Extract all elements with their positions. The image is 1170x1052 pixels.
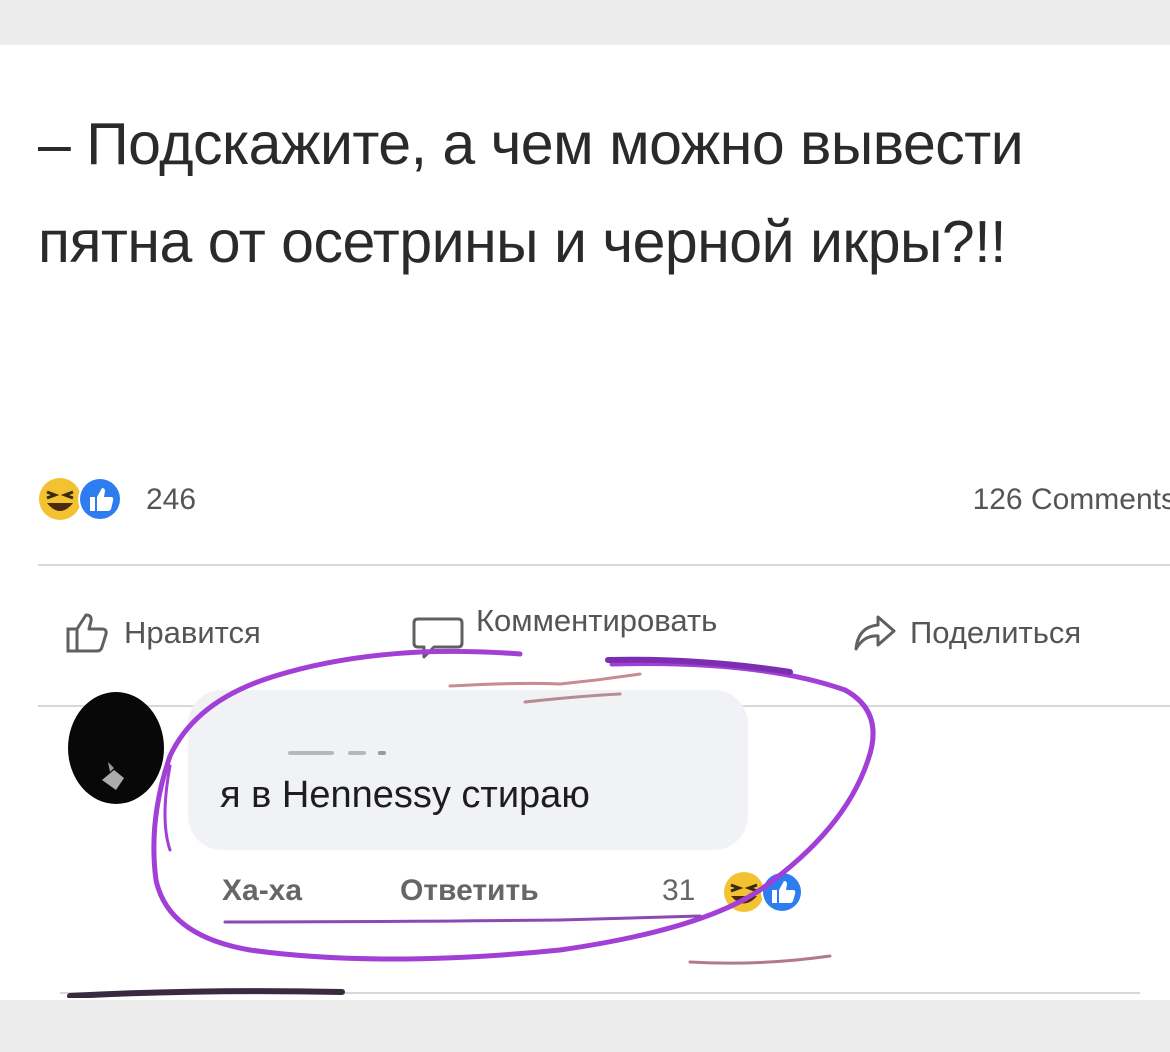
reply-link[interactable]: Ответить: [400, 874, 539, 908]
comment-bubble-icon: [412, 617, 464, 659]
like-icon: [78, 477, 122, 521]
haha-emoji-icon: [724, 872, 764, 912]
share-arrow-icon: [854, 615, 896, 651]
comment-actions: Ха-ха Ответить 31: [222, 868, 842, 918]
post-text: – Подскажите, а чем можно вывести пятна …: [38, 111, 1024, 275]
share-button[interactable]: Поделиться: [852, 611, 1081, 655]
comment-reaction-icons[interactable]: [722, 868, 822, 916]
avatar[interactable]: [68, 692, 164, 804]
commenter-name-redacted: [288, 751, 386, 755]
like-label: Нравится: [124, 615, 261, 650]
bottom-divider: [60, 988, 1140, 998]
haha-emoji-icon: [39, 478, 81, 520]
comment-label: Комментировать: [476, 603, 718, 638]
avatar-image: [102, 762, 124, 790]
thumbs-up-icon: [66, 613, 108, 653]
reaction-count: 246: [146, 483, 197, 516]
share-label: Поделиться: [910, 615, 1082, 650]
comment-reaction-count: 31: [662, 874, 696, 907]
like-button[interactable]: Нравится: [64, 611, 261, 655]
post-card: – Подскажите, а чем можно вывести пятна …: [0, 45, 1170, 1000]
comment-bubble[interactable]: я в Hennessy стираю: [188, 690, 748, 850]
comment-button[interactable]: Комментировать: [412, 589, 717, 663]
reaction-icons[interactable]: [38, 475, 138, 523]
action-bar: Нравится Комментировать Поделиться: [38, 585, 1170, 675]
comment-text: я в Hennessy стираю: [220, 774, 590, 816]
comments-count[interactable]: 126 Comments: [973, 483, 1170, 517]
reaction-stats: 246 126 Comments: [38, 471, 1170, 531]
haha-reaction-link[interactable]: Ха-ха: [222, 874, 302, 908]
divider: [38, 564, 1170, 566]
like-icon: [761, 871, 803, 913]
